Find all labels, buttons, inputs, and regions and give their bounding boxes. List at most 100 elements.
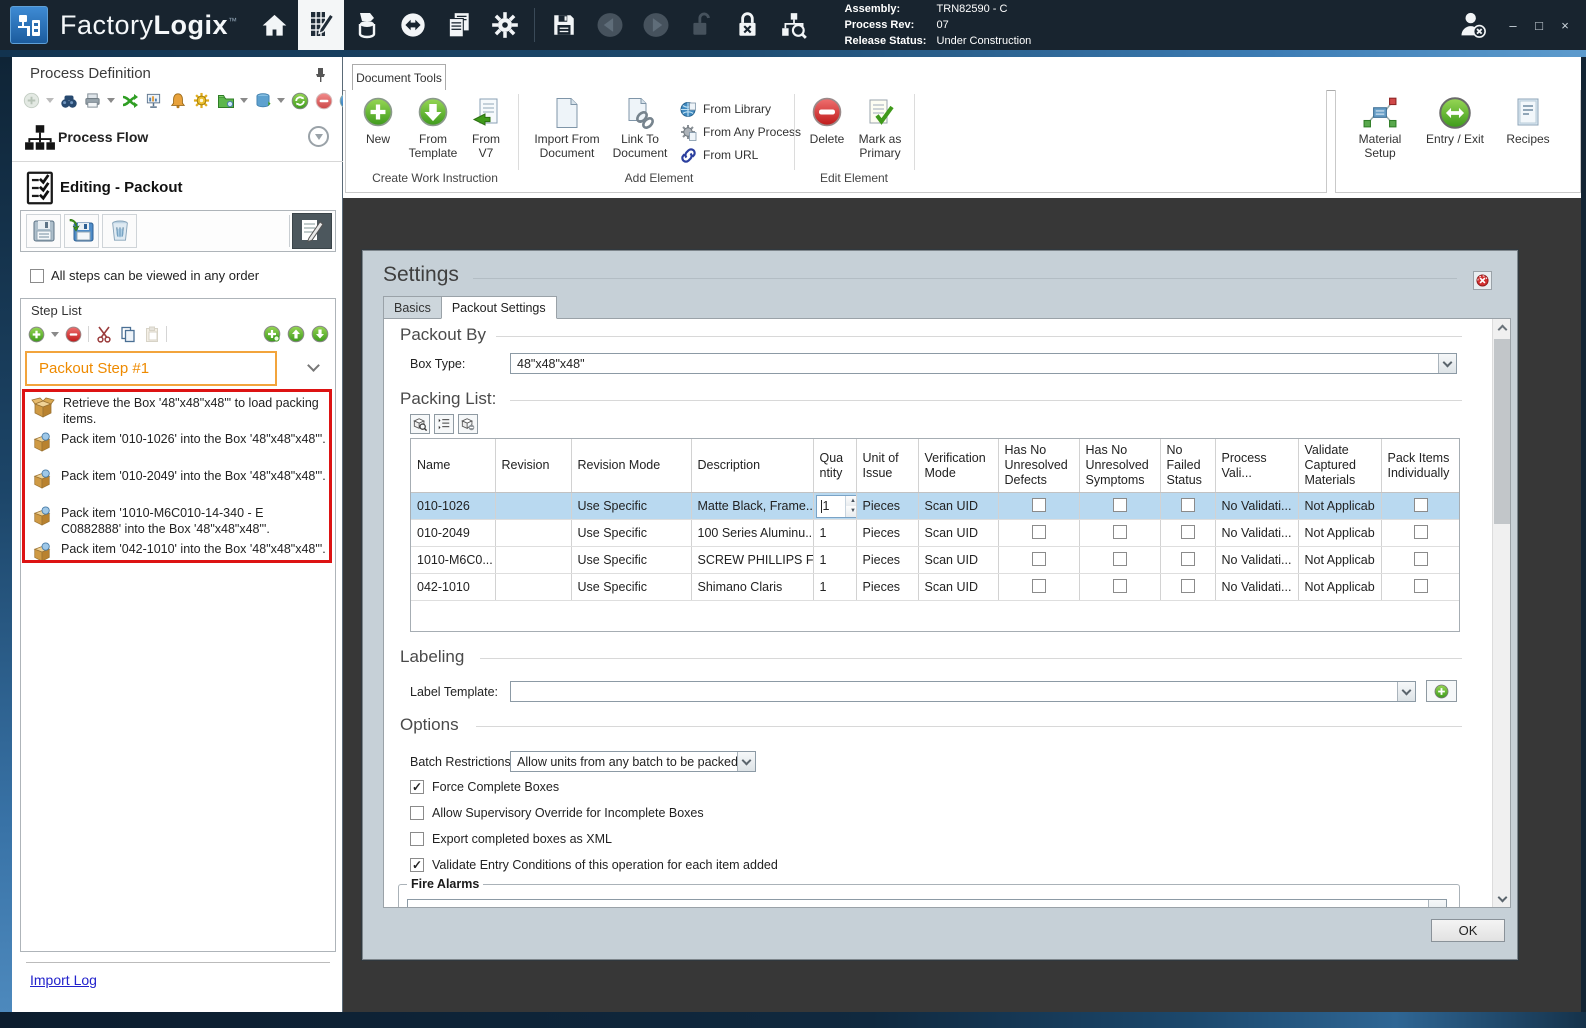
logout-user-button[interactable] [1446, 0, 1500, 50]
from-template-button[interactable]: From Template [402, 96, 464, 160]
no-failed-status-checkbox[interactable] [1180, 524, 1195, 539]
col-pack-items-individually[interactable]: Pack Items Individually [1381, 439, 1459, 493]
scroll-down-button[interactable] [1493, 889, 1510, 907]
forward-button[interactable] [633, 0, 679, 50]
has-no-defects-checkbox[interactable] [1031, 497, 1046, 512]
documents-button[interactable] [436, 0, 482, 50]
add-step-caret[interactable] [51, 331, 59, 337]
has-no-defects-checkbox[interactable] [1031, 578, 1046, 593]
remove-step-button[interactable] [64, 325, 83, 344]
fire-alarms-select[interactable] [407, 899, 1447, 907]
stop-icon[interactable] [314, 91, 333, 110]
pack-individually-checkbox[interactable] [1414, 524, 1428, 539]
material-setup-button[interactable]: Material Setup [1350, 96, 1410, 160]
label-template-select[interactable] [510, 681, 1416, 702]
list-item[interactable]: Pack item '1010-M6C010-14-340 - E C08828… [27, 505, 327, 537]
settings-scrollbar[interactable] [1492, 319, 1510, 907]
box-type-dropdown-button[interactable] [1438, 354, 1456, 373]
list-item[interactable]: Pack item '042-1010' into the Box '48"x4… [27, 541, 327, 560]
col-revision-mode[interactable]: Revision Mode [571, 439, 692, 493]
unlock-button[interactable] [679, 0, 725, 50]
pack-individually-checkbox[interactable] [1414, 551, 1428, 566]
has-no-symptoms-checkbox[interactable] [1112, 578, 1127, 593]
import-log-link[interactable]: Import Log [30, 972, 97, 988]
step-expand-chevron[interactable] [307, 359, 320, 372]
presentation-icon[interactable] [144, 91, 163, 110]
no-failed-status-checkbox[interactable] [1180, 551, 1195, 566]
edit-notes-button[interactable] [292, 213, 332, 249]
move-step-down-button[interactable] [310, 325, 329, 344]
has-no-symptoms-checkbox[interactable] [1112, 524, 1127, 539]
col-has-no-unresolved-symptoms[interactable]: Has No Unresolved Symptoms [1079, 439, 1161, 493]
export-xml-option[interactable]: Export completed boxes as XML [410, 832, 612, 846]
recipes-button[interactable]: Recipes [1500, 96, 1556, 146]
has-no-defects-checkbox[interactable] [1031, 551, 1046, 566]
pack-individually-checkbox[interactable] [1414, 497, 1428, 512]
lock-exceptions-button[interactable] [725, 0, 771, 50]
save-step-button[interactable] [26, 214, 61, 248]
work-instructions-button[interactable] [297, 0, 344, 50]
import-from-document-button[interactable]: Import From Document [528, 96, 606, 160]
col-verification-mode[interactable]: Verification Mode [918, 439, 999, 493]
close-window-button[interactable]: × [1552, 10, 1578, 40]
maximize-button[interactable]: □ [1526, 10, 1552, 40]
add-process-icon[interactable] [22, 91, 41, 110]
table-row[interactable]: 010-1026 Use Specific Matte Black, Frame… [411, 492, 1459, 520]
settings-button[interactable] [482, 0, 528, 50]
entry-exit-button[interactable]: Entry / Exit [1418, 96, 1492, 146]
has-no-symptoms-checkbox[interactable] [1112, 497, 1127, 512]
ok-button[interactable]: OK [1431, 919, 1505, 942]
close-dialog-button[interactable] [1473, 271, 1492, 290]
cut-button[interactable] [94, 325, 113, 344]
reorder-steps-icon[interactable] [120, 91, 139, 110]
import-step-button[interactable] [64, 214, 99, 248]
mark-as-primary-button[interactable]: Mark as Primary [852, 96, 908, 160]
any-order-option[interactable]: All steps can be viewed in any order [30, 268, 259, 283]
list-item[interactable]: Pack item '010-1026' into the Box '48"x4… [27, 431, 327, 452]
col-unit-of-issue[interactable]: Unit of Issue [856, 439, 919, 493]
fire-alarms-dropdown-button[interactable] [1428, 900, 1446, 907]
export-folder-icon[interactable] [216, 91, 235, 110]
pack-individually-checkbox[interactable] [1414, 578, 1428, 593]
col-name[interactable]: Name [411, 439, 496, 493]
col-quantity[interactable]: Quantity [813, 439, 857, 493]
col-validate-captured-materials[interactable]: Validate Captured Materials [1298, 439, 1382, 493]
col-revision[interactable]: Revision [495, 439, 572, 493]
quantity-down-button[interactable]: ▼ [845, 506, 855, 517]
minimize-button[interactable]: – [1500, 10, 1526, 40]
process-flow-row[interactable]: Process Flow [12, 117, 343, 159]
back-button[interactable] [587, 0, 633, 50]
selected-step[interactable]: Packout Step #1 [25, 351, 277, 386]
scrollbar-thumb[interactable] [1494, 339, 1510, 524]
has-no-defects-checkbox[interactable] [1031, 524, 1046, 539]
move-step-up-button[interactable] [286, 325, 305, 344]
process-library-button[interactable] [344, 0, 390, 50]
from-v7-button[interactable]: From V7 [464, 96, 508, 160]
any-order-checkbox[interactable] [30, 268, 44, 283]
paste-button[interactable] [142, 325, 161, 344]
quantity-stepper[interactable]: 1 ▲ ▼ [815, 494, 855, 518]
remove-packing-item-button[interactable] [458, 414, 478, 434]
table-row[interactable]: 010-2049 Use Specific 100 Series Aluminu… [411, 519, 1459, 547]
has-no-symptoms-checkbox[interactable] [1112, 551, 1127, 566]
supervisory-override-option[interactable]: Allow Supervisory Override for Incomplet… [410, 806, 704, 820]
print-dropdown-caret[interactable] [107, 98, 115, 103]
collapse-process-flow-button[interactable] [308, 126, 329, 147]
box-type-select[interactable]: 48"x48"x48" [510, 353, 1457, 374]
validate-entry-conditions-option[interactable]: Validate Entry Conditions of this operat… [410, 858, 778, 872]
batch-restrictions-select[interactable]: Allow units from any batch to be packed [510, 751, 756, 772]
tab-document-tools[interactable]: Document Tools [352, 64, 446, 90]
add-step-button[interactable] [27, 325, 46, 344]
database-icon[interactable] [253, 91, 272, 110]
force-complete-boxes-checkbox[interactable] [410, 780, 424, 794]
home-button[interactable] [252, 0, 298, 50]
tab-packout-settings[interactable]: Packout Settings [440, 296, 557, 319]
scroll-up-button[interactable] [1493, 319, 1510, 337]
from-any-process-button[interactable]: From Any Process [680, 123, 801, 141]
print-icon[interactable] [83, 91, 102, 110]
no-failed-status-checkbox[interactable] [1180, 578, 1195, 593]
copy-button[interactable] [118, 325, 137, 344]
validate-entry-conditions-checkbox[interactable] [410, 858, 424, 872]
packing-list-table[interactable]: Name Revision Revision Mode Description … [410, 438, 1460, 632]
col-process-validation[interactable]: Process Vali... [1215, 439, 1299, 493]
